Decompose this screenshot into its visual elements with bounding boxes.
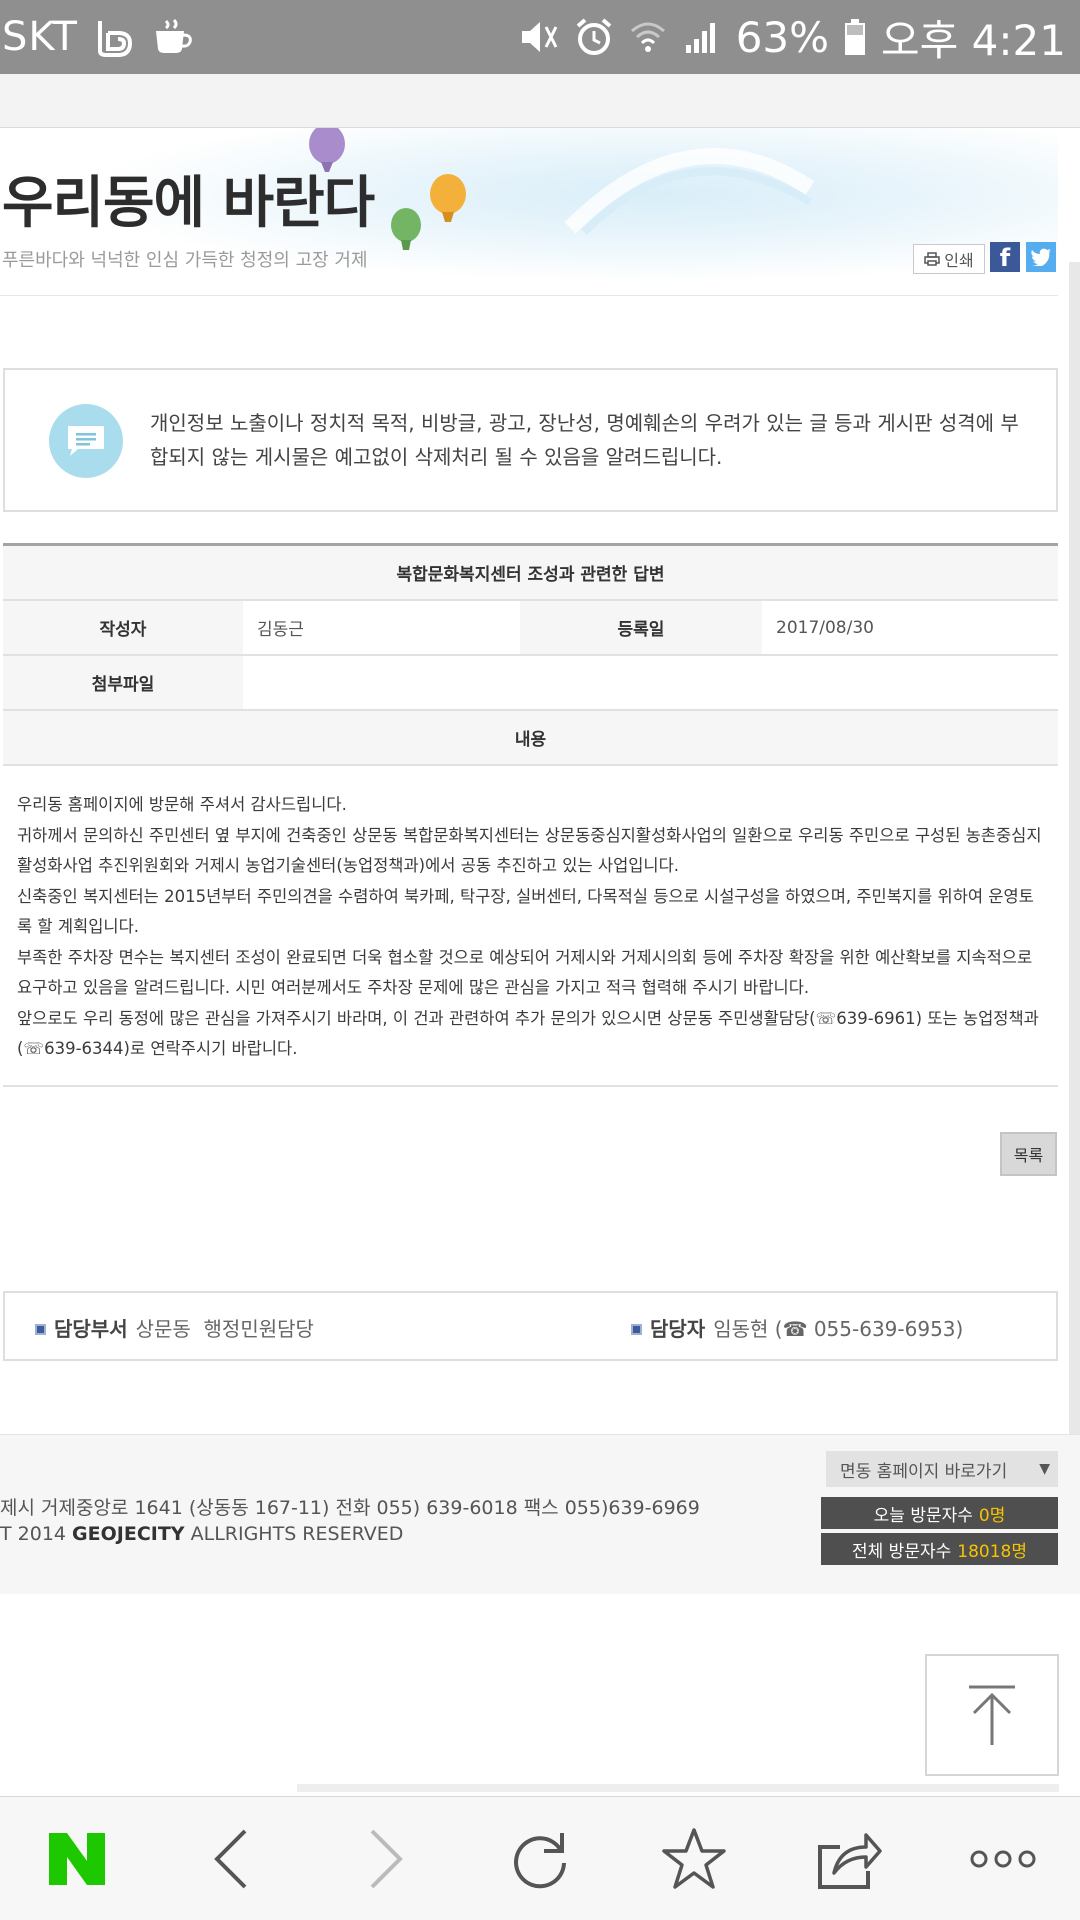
- vertical-scrollbar[interactable]: [1069, 262, 1080, 1492]
- wifi-icon: [628, 17, 668, 57]
- person-item: 담당자 임동현 (☎ 055-639-6953): [631, 1313, 963, 1342]
- post-title-row: 복합문화복지센터 조성과 관련한 답변: [3, 546, 1058, 601]
- coffee-icon: [152, 17, 196, 57]
- date-label: 등록일: [520, 601, 762, 654]
- person-value: 임동현 (☎ 055-639-6953): [713, 1317, 964, 1341]
- department-value: 상문동 행정민원담당: [135, 1317, 314, 1341]
- content-paragraph: 앞으로도 우리 동정에 많은 관심을 가져주시기 바라며, 이 건과 관련하여 …: [17, 1008, 1039, 1059]
- balloon-orange-icon: [430, 174, 466, 222]
- notice-text: 개인정보 노출이나 정치적 목적, 비방글, 광고, 장난성, 명예훼손의 우려…: [150, 411, 1019, 469]
- department-item: 담당부서 상문동 행정민원담당: [35, 1313, 314, 1342]
- post-title: 복합문화복지센터 조성과 관련한 답변: [3, 546, 1058, 599]
- footer-copyright: T 2014 GEOJECITY ALLRIGHTS RESERVED: [0, 1521, 700, 1547]
- content-header-row: 내용: [3, 711, 1058, 766]
- dropdown-arrow-icon: ▼: [1039, 1461, 1050, 1477]
- browser-bottom-nav: [0, 1796, 1080, 1920]
- post-meta-row: 작성자 김동근 등록일 2017/08/30: [3, 601, 1058, 656]
- twitter-share-button[interactable]: [1026, 242, 1056, 272]
- copyright-prefix: T 2014: [0, 1523, 66, 1545]
- total-visitors-label: 전체 방문자수: [852, 1541, 952, 1562]
- share-icon: [817, 1832, 882, 1889]
- list-button[interactable]: 목록: [1000, 1132, 1057, 1176]
- content-label: 내용: [3, 711, 1058, 764]
- content-paragraph: 귀하께서 문의하신 주민센터 옆 부지에 건축중인 상문동 복합문화복지센터는 …: [17, 825, 1042, 876]
- bullet-icon: [631, 1324, 642, 1335]
- footer-address-block: 제시 거제중앙로 1641 (상동동 167-11) 전화 055) 639-6…: [0, 1495, 700, 1547]
- battery-percent: 63%: [735, 12, 830, 62]
- more-button[interactable]: [948, 1804, 1058, 1914]
- arrow-up-icon: [969, 1685, 1015, 1745]
- notice-box: 개인정보 노출이나 정치적 목적, 비방글, 광고, 장난성, 명예훼손의 우려…: [3, 368, 1058, 512]
- today-visitors-label: 오늘 방문자수: [873, 1505, 973, 1526]
- site-select-label: 면동 홈페이지 바로가기: [840, 1461, 1008, 1482]
- copyright-suffix: ALLRIGHTS RESERVED: [190, 1523, 404, 1545]
- total-visitors: 전체 방문자수 18018명: [821, 1533, 1058, 1565]
- date-value: 2017/08/30: [762, 601, 1058, 654]
- naver-home-button[interactable]: [22, 1804, 132, 1914]
- page-title: 우리동에 바란다: [2, 171, 375, 236]
- attachment-row: 첨부파일: [3, 656, 1058, 711]
- copyright-brand: GEOJECITY: [72, 1523, 185, 1545]
- rainbow-decoration: [564, 148, 815, 235]
- back-button[interactable]: [176, 1804, 286, 1914]
- horizontal-scrollbar[interactable]: [297, 1784, 1059, 1792]
- clock: 오후 4:21: [881, 15, 1066, 65]
- share-button[interactable]: [794, 1804, 904, 1914]
- post-content: 우리동 홈페이지에 방문해 주셔서 감사드립니다. 귀하께서 문의하신 주민센터…: [3, 766, 1058, 1087]
- facebook-share-button[interactable]: f: [990, 242, 1020, 272]
- browser-top-bar: [0, 74, 1080, 128]
- person-label: 담당자: [650, 1317, 706, 1341]
- refresh-icon: [514, 1832, 566, 1888]
- content-paragraph: 부족한 주차장 면수는 복지센터 조성이 완료되면 더욱 협소할 것으로 예상되…: [17, 947, 1033, 998]
- post-table: 복합문화복지센터 조성과 관련한 답변 작성자 김동근 등록일 2017/08/…: [3, 543, 1058, 1087]
- today-visitors: 오늘 방문자수 0명: [821, 1497, 1058, 1529]
- department-info: 담당부서 상문동 행정민원담당 담당자 임동현 (☎ 055-639-6953): [3, 1291, 1058, 1361]
- author-value: 김동근: [243, 601, 520, 654]
- site-footer: 제시 거제중앙로 1641 (상동동 167-11) 전화 055) 639-6…: [0, 1434, 1080, 1594]
- today-visitors-value: 0명: [978, 1505, 1006, 1526]
- balloon-green-icon: [391, 208, 421, 250]
- site-shortcut-select[interactable]: 면동 홈페이지 바로가기 ▼: [826, 1451, 1058, 1487]
- bookmark-button[interactable]: [639, 1804, 749, 1914]
- bullet-icon: [35, 1324, 46, 1335]
- message-icon: [49, 404, 123, 478]
- battery-icon: [843, 17, 867, 57]
- author-label: 작성자: [3, 601, 243, 654]
- print-button[interactable]: 인쇄: [913, 244, 985, 274]
- twitter-icon: [1031, 248, 1051, 266]
- content-paragraph: 우리동 홈페이지에 방문해 주셔서 감사드립니다.: [17, 795, 347, 814]
- carrier-label: SKT: [2, 14, 78, 60]
- facebook-icon: f: [999, 244, 1011, 272]
- page-header: 우리동에 바란다 푸른바다와 넉넉한 인심 가득한 청정의 고장 거제 인쇄 f: [0, 128, 1058, 296]
- total-visitors-value: 18018명: [957, 1541, 1027, 1562]
- printer-icon: [924, 252, 941, 266]
- star-icon: [662, 1827, 727, 1889]
- alarm-icon: [574, 17, 614, 57]
- mute-icon: [518, 17, 560, 57]
- naver-n-icon: [49, 1832, 106, 1885]
- more-dots-icon: [970, 1850, 1036, 1867]
- refresh-button[interactable]: [485, 1804, 595, 1914]
- signal-icon: [682, 17, 722, 57]
- chevron-left-icon: [214, 1829, 247, 1888]
- attachment-value: [243, 656, 1058, 709]
- chevron-right-icon: [370, 1829, 403, 1888]
- band-icon: [92, 15, 138, 59]
- attachment-label: 첨부파일: [3, 656, 243, 709]
- print-label: 인쇄: [944, 251, 974, 270]
- scroll-top-button[interactable]: [925, 1654, 1059, 1776]
- status-bar: SKT 63% 오후 4:21: [0, 0, 1080, 74]
- forward-button[interactable]: [331, 1804, 441, 1914]
- footer-address: 제시 거제중앙로 1641 (상동동 167-11) 전화 055) 639-6…: [0, 1497, 700, 1519]
- page-subtitle: 푸른바다와 넉넉한 인심 가득한 청정의 고장 거제: [2, 250, 368, 271]
- content-paragraph: 신축중인 복지센터는 2015년부터 주민의견을 수렴하여 북카페, 탁구장, …: [17, 886, 1034, 937]
- department-label: 담당부서: [54, 1317, 128, 1341]
